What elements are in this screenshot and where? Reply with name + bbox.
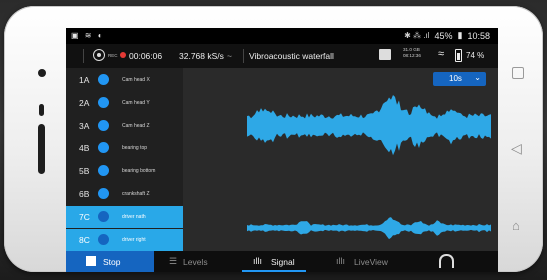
channel-name: Cam head Z — [122, 122, 150, 129]
front-camera — [38, 69, 46, 77]
tab-liveview-label: LiveView — [354, 257, 388, 267]
channel-row[interactable]: 7C driver nath — [66, 205, 183, 228]
waveform-icon: ıllı — [253, 256, 262, 266]
channel-color-dot[interactable] — [98, 119, 109, 131]
bars-icon: ıllı — [336, 256, 345, 266]
channel-id: 1A — [79, 75, 90, 85]
channel-name: bearing top — [122, 145, 148, 152]
channel-row[interactable]: 5B bearing bottom — [66, 160, 183, 182]
battery-level: 45% — [434, 30, 453, 41]
signal-plot[interactable]: 10s ⌄ — [183, 68, 498, 251]
clock: 10:58 — [467, 30, 490, 41]
channel-id: 7C — [79, 211, 90, 222]
back-button[interactable]: ◁ — [511, 141, 522, 155]
home-button[interactable]: ⌂ — [512, 219, 520, 232]
channel-color-dot[interactable] — [98, 210, 109, 222]
stop-icon — [86, 256, 96, 266]
battery-icon: ▮ — [457, 30, 463, 40]
device-battery-pct: 74 % — [466, 51, 485, 60]
channel-name: Cam head X — [122, 77, 150, 83]
channel-row[interactable]: 1A Cam head X — [66, 69, 183, 91]
active-tab-indicator — [242, 270, 306, 272]
headphones-icon[interactable] — [439, 254, 454, 268]
channel-id: 8C — [79, 234, 90, 245]
waveform-trace — [247, 95, 491, 156]
waveform-trace — [247, 217, 491, 240]
time-window-value: 10s — [449, 74, 462, 83]
channel-name: crankshaft Z — [122, 191, 150, 197]
stop-button[interactable]: Stop — [66, 251, 154, 272]
storage-time: 08:12:36 — [403, 53, 421, 58]
phone-frame: ◁ ⌂ ▣ ≋ ◐ ✱ ⁂ .ıl 45% ▮ 10:58 REC 00:06:… — [4, 6, 543, 272]
channel-id: 4B — [79, 143, 90, 154]
list-icon: ☰ — [169, 256, 178, 266]
divider — [243, 49, 244, 63]
storage-icon — [379, 49, 391, 60]
tab-signal-label: Signal — [271, 257, 295, 267]
record-dot-icon — [120, 52, 126, 58]
stop-label: Stop — [103, 257, 121, 267]
time-window-dropdown[interactable]: 10s ⌄ — [433, 72, 486, 86]
channel-color-dot[interactable] — [98, 74, 109, 85]
notification-icons: ▣ ≋ ◐ — [71, 31, 105, 40]
view-title: Vibroacoustic waterfall — [249, 51, 334, 61]
channel-id: 5B — [79, 166, 90, 177]
earpiece-speaker — [38, 124, 45, 174]
channel-id: 3A — [79, 120, 90, 131]
channel-list: 1A Cam head X 2A Cam head Y 3A Cam head Z 4B be… — [66, 68, 183, 251]
status-bar: ▣ ≋ ◐ ✱ ⁂ .ıl 45% ▮ 10:58 — [66, 28, 498, 44]
channel-color-dot[interactable] — [98, 233, 109, 245]
device-battery-icon — [455, 49, 462, 62]
waveform-chart — [247, 95, 491, 240]
channel-color-dot[interactable] — [98, 188, 109, 199]
channel-row[interactable]: 3A Cam head Z — [66, 115, 183, 137]
signal-icons: ✱ ⁂ .ıl — [404, 31, 430, 40]
record-target-icon[interactable] — [93, 49, 105, 61]
channel-color-dot[interactable] — [98, 96, 109, 108]
channel-name: driver right — [122, 236, 146, 243]
tab-levels-label: Levels — [183, 257, 208, 267]
wifi-icon: ≈ — [438, 48, 445, 60]
storage-info: 31.0 GB 08:12:36 — [403, 47, 421, 59]
channel-color-dot[interactable] — [98, 142, 109, 154]
proximity-sensor — [39, 104, 44, 116]
bottom-bar: Stop ☰ Levels ıllı Signal ıllı LiveView — [66, 251, 498, 272]
sample-rate[interactable]: 32.768 kS/s — [179, 51, 224, 61]
divider — [83, 49, 84, 63]
sample-rate-suffix: ~ — [227, 51, 232, 61]
channel-row[interactable]: 2A Cam head Y — [66, 92, 183, 114]
channel-row[interactable]: 6B crankshaft Z — [66, 183, 183, 205]
elapsed-time: 00:06:06 — [129, 51, 163, 61]
channel-name: Cam head Y — [122, 99, 150, 106]
channel-color-dot[interactable] — [98, 165, 109, 177]
rec-label: REC — [108, 53, 118, 58]
channel-id: 6B — [79, 189, 90, 199]
overview-button[interactable] — [512, 67, 524, 79]
channel-row[interactable]: 4B bearing top — [66, 137, 183, 159]
chevron-down-icon: ⌄ — [474, 73, 481, 82]
channel-id: 2A — [79, 97, 90, 108]
app-screen: ▣ ≋ ◐ ✱ ⁂ .ıl 45% ▮ 10:58 REC 00:06:06 3… — [66, 28, 498, 272]
channel-row[interactable]: 8C driver right — [66, 228, 183, 251]
toolbar: REC 00:06:06 32.768 kS/s ~ Vibroacoustic… — [66, 44, 498, 68]
channel-name: driver nath — [122, 213, 146, 220]
channel-name: bearing bottom — [122, 168, 156, 175]
